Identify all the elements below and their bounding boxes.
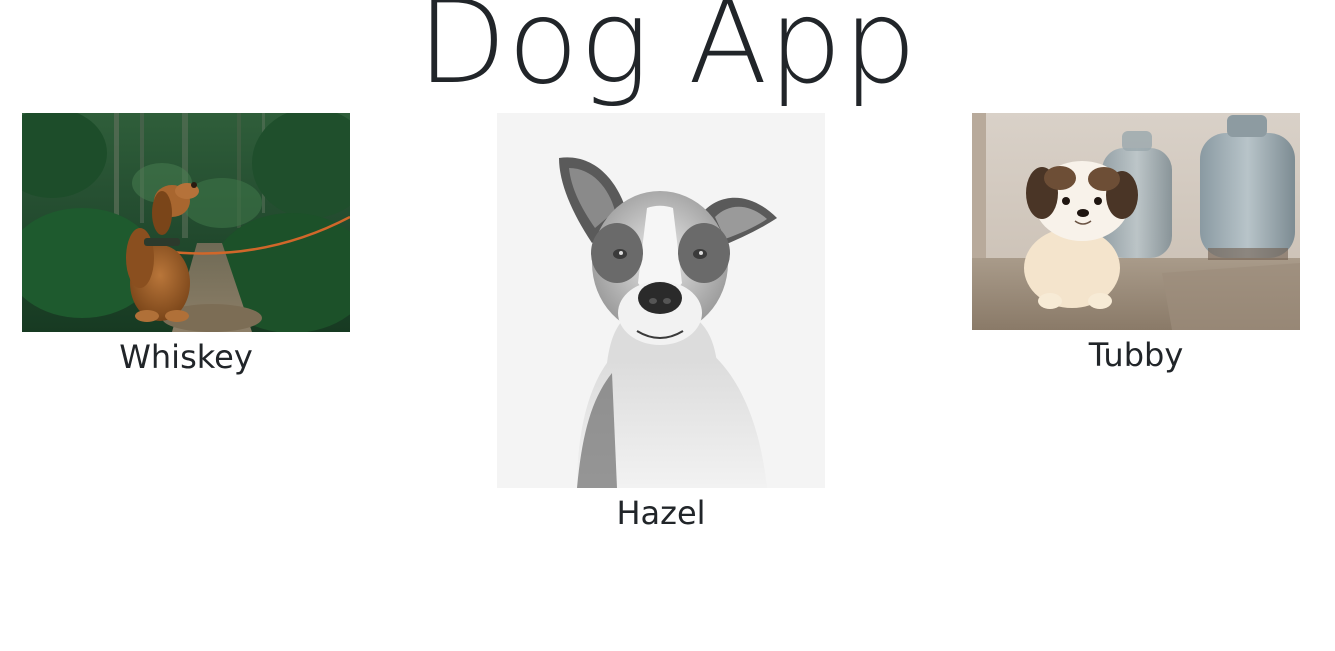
dog-name: Whiskey — [119, 338, 253, 376]
dog-photo-hazel[interactable] — [497, 113, 825, 488]
spaniel-in-forest-photo-icon — [22, 113, 350, 332]
dog-card-whiskey[interactable]: Whiskey — [22, 113, 350, 379]
dog-name: Hazel — [616, 494, 706, 532]
pit-bull-portrait-photo-icon — [497, 113, 825, 488]
dog-name: Tubby — [1088, 336, 1184, 374]
dog-photo-whiskey[interactable] — [22, 113, 350, 332]
dog-photo-tubby[interactable] — [972, 113, 1300, 330]
dog-card-tubby[interactable]: Tubby — [972, 113, 1300, 377]
dog-card-hazel[interactable]: Hazel — [497, 113, 825, 535]
shih-tzu-puppy-photo-icon — [972, 113, 1300, 330]
page-title: Dog App — [417, 0, 918, 110]
dog-app-page: Dog App Whiskey Hazel Tubby — [0, 0, 1335, 651]
